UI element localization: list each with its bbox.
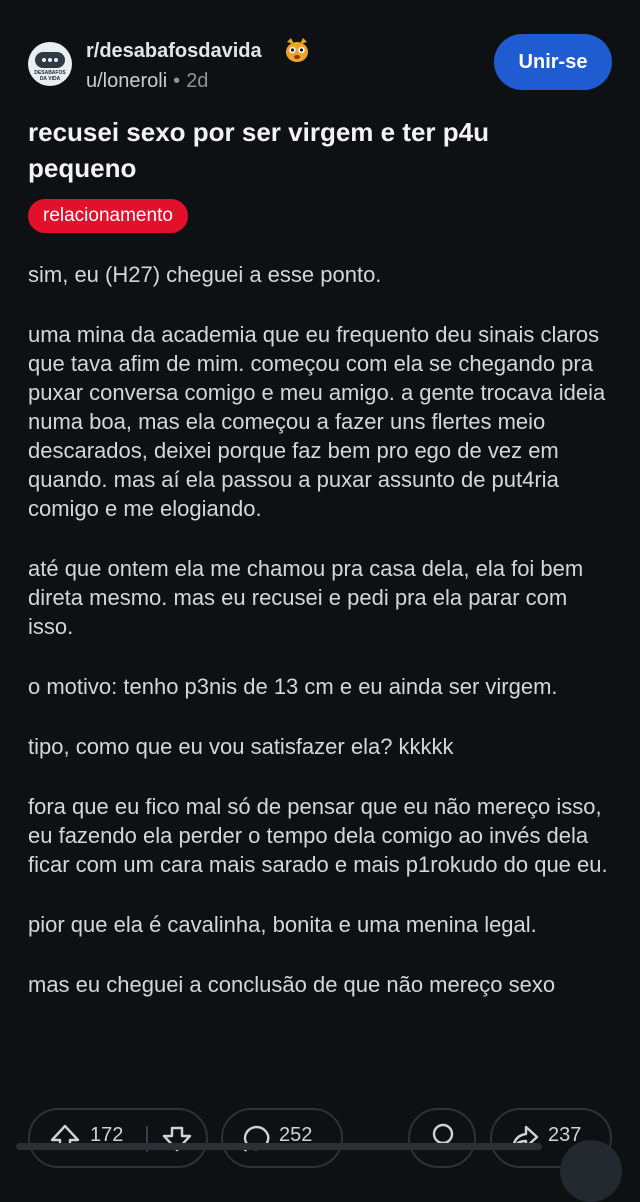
meta-separator: • <box>173 70 181 92</box>
vote-pill: 172 <box>28 1108 208 1168</box>
avatar-caption: DESABAFOS DA VIDA <box>34 70 66 82</box>
post-paragraph: sim, eu (H27) cheguei a esse ponto. <box>28 262 382 287</box>
post-paragraph: uma mina da academia que eu frequento de… <box>28 322 606 521</box>
post-paragraph: o motivo: tenho p3nis de 13 cm e eu aind… <box>28 674 558 699</box>
comments-button[interactable]: 252 <box>221 1108 343 1168</box>
chat-dots-icon <box>35 52 65 68</box>
post-title: recusei sexo por ser virgem e ter p4u pe… <box>28 117 489 183</box>
subreddit-name[interactable]: r/desabafosdavida <box>86 40 262 63</box>
horizontal-scrollbar[interactable] <box>16 1143 542 1150</box>
subreddit-avatar[interactable]: DESABAFOS DA VIDA <box>28 42 72 86</box>
post-flair[interactable]: relacionamento <box>28 199 188 233</box>
post-actions: 172 252 237 <box>28 1108 640 1168</box>
join-button[interactable]: Unir-se <box>494 34 612 90</box>
author-line: u/loneroli • 2d <box>86 70 208 93</box>
floating-action-button[interactable] <box>560 1140 622 1202</box>
post-paragraph: tipo, como que eu vou satisfazer ela? kk… <box>28 734 454 759</box>
post-age: 2d <box>186 70 209 92</box>
award-button[interactable] <box>408 1108 476 1168</box>
post-paragraph: mas eu cheguei a conclusão de que não me… <box>28 972 556 997</box>
post-paragraph: até que ontem ela me chamou pra casa del… <box>28 556 584 639</box>
cat-mascot-icon <box>286 38 308 62</box>
post-paragraph: pior que ela é cavalinha, bonita e uma m… <box>28 912 537 937</box>
post-paragraph: fora que eu fico mal só de pensar que eu… <box>28 794 608 877</box>
post-header: DESABAFOS DA VIDA r/desabafosdavida u/lo… <box>28 34 612 96</box>
author-name[interactable]: u/loneroli <box>86 70 167 92</box>
post-body: sim, eu (H27) cheguei a esse ponto. uma … <box>28 260 618 1030</box>
